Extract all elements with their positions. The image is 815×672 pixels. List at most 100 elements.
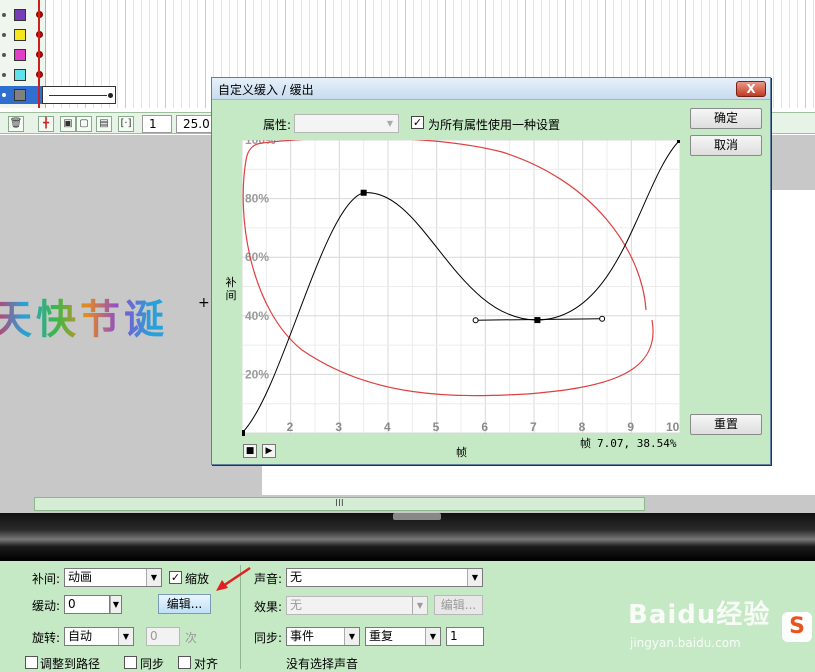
dialog-titlebar[interactable]: 自定义缓入 / 缓出 X — [212, 78, 770, 100]
orient-to-path-checkbox[interactable] — [25, 656, 38, 669]
x-tick-label: 4 — [384, 420, 391, 434]
custom-ease-dialog: 自定义缓入 / 缓出 X 属性: ▼ ✓ 为所有属性使用一种设置 确定 取消 重… — [211, 77, 771, 465]
y-axis-label: 补间 — [225, 276, 237, 302]
chevron-down-icon: ▼ — [146, 569, 161, 586]
x-tick-label: 8 — [579, 420, 586, 434]
orient-to-path-label: 调整到路径 — [40, 657, 101, 671]
edit-ease-button[interactable]: 编辑... — [158, 594, 211, 614]
sync-checkbox[interactable] — [124, 656, 137, 669]
chevron-down-icon: ▼ — [386, 119, 394, 128]
repeat-select-value: 重复 — [369, 629, 394, 643]
reset-button[interactable]: 重置 — [690, 414, 762, 435]
property-select[interactable]: ▼ — [294, 114, 399, 133]
property-label: 属性: — [263, 118, 292, 132]
cursor-readout: 帧 7.07, 38.54% — [580, 435, 676, 451]
curve-point — [677, 140, 680, 143]
x-tick-label: 6 — [481, 420, 488, 434]
watermark: Baidu经验 jingyan.baidu.com S — [622, 592, 815, 662]
chevron-down-icon: ▼ — [467, 569, 482, 586]
layer-color-swatch[interactable] — [14, 29, 26, 41]
scrollbar-grip[interactable]: III — [335, 498, 344, 510]
stage-text[interactable]: 天快节诞 — [0, 287, 168, 345]
rotate-label: 旋转: — [32, 631, 61, 645]
ok-button[interactable]: 确定 — [690, 108, 762, 129]
effect-edit-button[interactable]: 编辑... — [434, 595, 483, 615]
dialog-title: 自定义缓入 / 缓出 — [218, 83, 314, 97]
use-one-setting-checkbox[interactable]: ✓ — [411, 116, 424, 129]
repeat-select[interactable]: 重复 ▼ — [365, 627, 441, 646]
s-badge-icon: S — [782, 612, 812, 642]
repeat-count-input[interactable]: 1 — [446, 627, 484, 646]
layer-color-swatch[interactable] — [14, 9, 26, 21]
chevron-down-icon: ▼ — [412, 597, 427, 614]
tween-select-value: 动画 — [68, 570, 93, 584]
watermark-brand: Baidu经验 — [628, 600, 771, 630]
motion-tween-span[interactable] — [42, 86, 116, 104]
snap-checkbox[interactable] — [178, 656, 191, 669]
sound-select[interactable]: 无 ▼ — [286, 568, 483, 587]
edit-multiple-frames-icon[interactable]: ▤ — [96, 116, 112, 132]
registration-point-icon: + — [198, 295, 210, 311]
playhead[interactable] — [38, 0, 40, 108]
times-label: 次 — [185, 631, 198, 645]
snap-label: 对齐 — [194, 657, 219, 671]
use-one-setting-label: 为所有属性使用一种设置 — [428, 118, 561, 132]
layer-color-swatch[interactable] — [14, 89, 26, 101]
play-button[interactable]: ▶ — [262, 444, 276, 458]
ease-curve-graph[interactable]: 20%40%60%80%100% 2 3 4 5 6 7 8 9 10 — [242, 140, 680, 440]
chevron-down-icon: ▼ — [110, 596, 121, 613]
readout-value: 7.07, 38.54% — [597, 437, 677, 450]
y-tick-label: 40% — [245, 309, 269, 323]
effect-select[interactable]: 无 ▼ — [286, 596, 428, 615]
x-tick-label: 5 — [433, 420, 440, 434]
sync-select-value: 事件 — [290, 629, 315, 643]
readout-label: 帧 — [580, 437, 591, 450]
layer-color-swatch[interactable] — [14, 69, 26, 81]
visibility-dot-icon[interactable] — [2, 93, 6, 97]
sync-check-label: 同步 — [140, 657, 165, 671]
current-frame-field: 1 — [142, 115, 172, 133]
onion-outline-icon[interactable]: ▢ — [76, 116, 92, 132]
center-frame-icon[interactable]: ╋ — [38, 116, 54, 132]
sync-label: 同步: — [254, 631, 283, 645]
close-button[interactable]: X — [736, 81, 766, 97]
collapse-handle[interactable] — [393, 513, 441, 520]
tween-select[interactable]: 动画 ▼ — [64, 568, 162, 587]
scale-checkbox[interactable]: ✓ — [169, 571, 182, 584]
visibility-dot-icon[interactable] — [2, 33, 6, 37]
visibility-dot-icon[interactable] — [2, 53, 6, 57]
modify-onion-markers-icon[interactable]: [·] — [118, 116, 134, 132]
control-handle — [599, 315, 606, 322]
sync-select[interactable]: 事件 ▼ — [286, 627, 360, 646]
sound-select-value: 无 — [290, 570, 303, 584]
x-axis-label: 帧 — [456, 446, 467, 459]
y-tick-label: 20% — [245, 367, 269, 381]
sound-label: 声音: — [254, 572, 283, 586]
visibility-dot-icon[interactable] — [2, 73, 6, 77]
chevron-down-icon: ▼ — [118, 628, 133, 645]
end-keyframe-icon — [108, 93, 113, 98]
rotate-select-value: 自动 — [68, 629, 93, 643]
onion-skin-icon[interactable]: ▣ — [60, 116, 76, 132]
curve-point — [242, 430, 245, 436]
ease-input[interactable]: 0 — [64, 595, 110, 614]
cancel-button[interactable]: 取消 — [690, 135, 762, 156]
x-tick-label: 7 — [530, 420, 537, 434]
control-handle — [472, 317, 479, 324]
ease-slider-button[interactable]: ▼ — [109, 595, 122, 614]
y-tick-label: 80% — [245, 192, 269, 206]
no-sound-label: 没有选择声音 — [286, 657, 359, 671]
red-annotation-arrow-icon — [216, 566, 251, 591]
stop-button[interactable]: ■ — [243, 444, 257, 458]
stage-horizontal-scrollbar[interactable]: III — [34, 497, 645, 511]
visibility-dot-icon[interactable] — [2, 13, 6, 17]
effect-label: 效果: — [254, 600, 283, 614]
rotate-count-input[interactable]: 0 — [146, 627, 180, 646]
rotate-select[interactable]: 自动 ▼ — [64, 627, 134, 646]
panel-divider — [0, 513, 815, 561]
trash-icon[interactable]: 🗑 — [8, 116, 24, 132]
watermark-url: jingyan.baidu.com — [630, 636, 741, 650]
curve-point — [360, 189, 367, 196]
layer-color-swatch[interactable] — [14, 49, 26, 61]
chevron-down-icon: ▼ — [344, 628, 359, 645]
